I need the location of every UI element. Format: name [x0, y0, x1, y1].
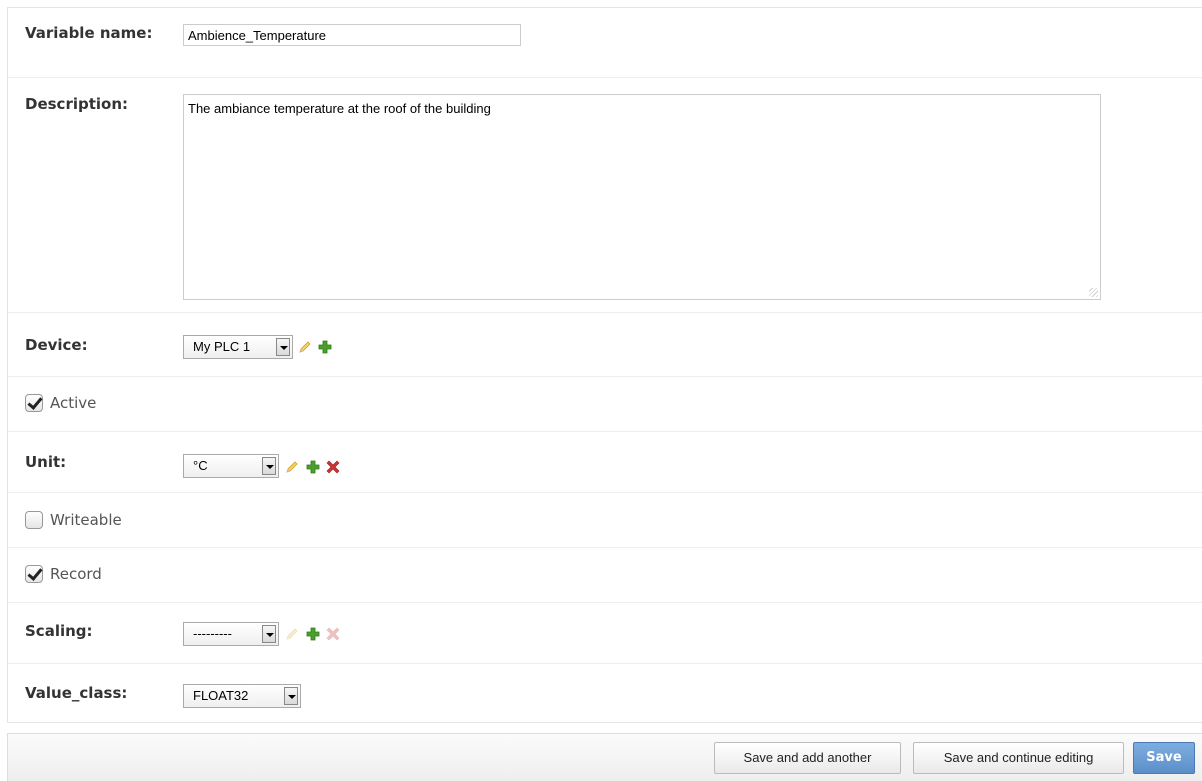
- scaling-select[interactable]: ---------: [183, 622, 279, 646]
- device-row: Device: My PLC 1: [8, 313, 1202, 377]
- submit-row: Save and add another Save and continue e…: [7, 733, 1202, 781]
- scaling-selected-value: ---------: [193, 626, 232, 641]
- scaling-label: Scaling:: [25, 622, 93, 640]
- unit-selected-value: °C: [193, 458, 208, 473]
- writeable-row: Writeable: [8, 493, 1202, 548]
- plus-icon[interactable]: [318, 340, 332, 354]
- variable-form: Variable name: Description: The ambiance…: [7, 7, 1202, 723]
- save-and-add-another-button[interactable]: Save and add another: [714, 742, 901, 774]
- description-label: Description:: [25, 95, 129, 113]
- save-button[interactable]: Save: [1133, 742, 1195, 774]
- scaling-row: Scaling: ---------: [8, 603, 1202, 664]
- record-label: Record: [50, 565, 102, 583]
- chevron-down-icon[interactable]: [276, 338, 290, 356]
- plus-icon[interactable]: [306, 460, 320, 474]
- active-checkbox[interactable]: [25, 394, 43, 412]
- value-class-selected-value: FLOAT32: [193, 688, 249, 703]
- variable-name-label: Variable name:: [25, 24, 153, 42]
- chevron-down-icon[interactable]: [284, 687, 298, 705]
- device-select[interactable]: My PLC 1: [183, 335, 293, 359]
- writeable-label: Writeable: [50, 511, 122, 529]
- device-selected-value: My PLC 1: [193, 339, 251, 354]
- variable-name-input[interactable]: [183, 24, 521, 46]
- chevron-down-icon[interactable]: [262, 625, 276, 643]
- pencil-icon: [286, 628, 298, 640]
- description-textarea[interactable]: The ambiance temperature at the roof of …: [183, 94, 1101, 300]
- pencil-icon[interactable]: [285, 460, 299, 474]
- record-row: Record: [8, 548, 1202, 603]
- resize-grip-icon[interactable]: [1089, 288, 1098, 297]
- active-row: Active: [8, 377, 1202, 432]
- device-label: Device:: [25, 336, 88, 354]
- unit-label: Unit:: [25, 453, 67, 471]
- x-icon: [326, 627, 340, 641]
- value-class-label: Value_class:: [25, 684, 128, 702]
- x-icon[interactable]: [326, 460, 340, 474]
- description-row: Description: The ambiance temperature at…: [8, 78, 1202, 313]
- unit-select[interactable]: °C: [183, 454, 279, 478]
- record-checkbox[interactable]: [25, 565, 43, 583]
- save-and-continue-editing-button[interactable]: Save and continue editing: [913, 742, 1124, 774]
- value-class-select[interactable]: FLOAT32: [183, 684, 301, 708]
- variable-name-row: Variable name:: [8, 8, 1202, 78]
- plus-icon[interactable]: [306, 627, 320, 641]
- pencil-icon[interactable]: [298, 340, 312, 354]
- value-class-row: Value_class: FLOAT32: [8, 664, 1202, 723]
- active-label: Active: [50, 394, 97, 412]
- writeable-checkbox[interactable]: [25, 511, 43, 529]
- chevron-down-icon[interactable]: [262, 457, 276, 475]
- unit-row: Unit: °C: [8, 432, 1202, 493]
